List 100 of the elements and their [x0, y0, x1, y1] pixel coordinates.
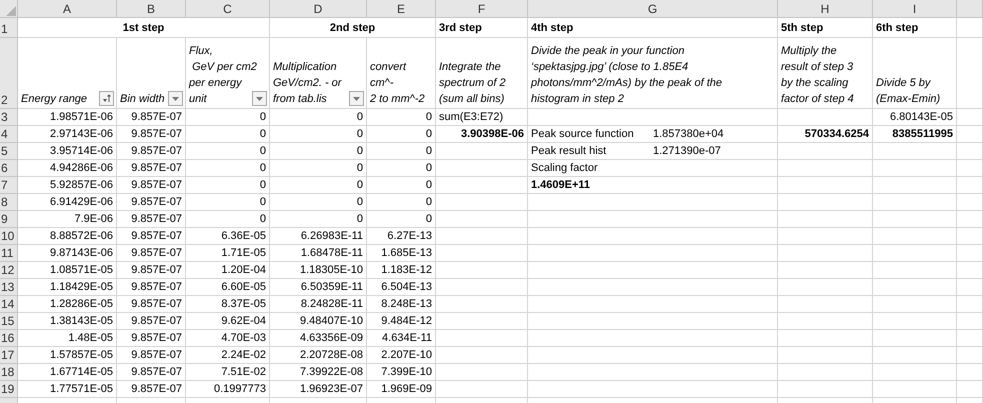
table-cell: 1.68478E-11	[300, 247, 363, 259]
table-cell: 0	[426, 162, 432, 174]
column-header[interactable]: G	[528, 0, 778, 18]
empty-cell	[957, 279, 983, 296]
empty-cell	[957, 313, 983, 330]
table-cell: 0	[426, 128, 432, 140]
sort-arrow-icon	[102, 94, 111, 103]
column-header[interactable]: A	[18, 0, 117, 18]
table-cell: 0	[260, 145, 266, 157]
sort-filter-button[interactable]	[99, 91, 114, 106]
column-header[interactable]: E	[367, 0, 436, 18]
table-cell: 0.1997773	[214, 383, 266, 395]
table-cell: 9.857E-07	[131, 247, 182, 259]
row-header[interactable]: 18	[0, 364, 18, 381]
table-cell: 6.26983E-11	[300, 230, 363, 242]
table-cell: 6.91429E-06	[50, 196, 113, 208]
table-cell: 0	[260, 162, 266, 174]
table-cell: 1.18429E-05	[50, 281, 113, 293]
table-cell-text: Peak result hist	[531, 145, 608, 157]
row-header[interactable]: 6	[0, 160, 18, 177]
column-header[interactable]: B	[117, 0, 186, 18]
table-cell: 8.88572E-06	[50, 230, 113, 242]
row-header[interactable]: 2	[0, 38, 18, 109]
row-header[interactable]: 15	[0, 313, 18, 330]
table-cell: 1.18305E-10	[300, 264, 363, 276]
column-header[interactable]: F	[436, 0, 528, 18]
table-cell-text: convert cm^- 2 to mm^-2	[370, 60, 426, 107]
row-header[interactable]: 13	[0, 279, 18, 296]
table-cell: 0	[426, 196, 432, 208]
table-cell: 8.248E-13	[381, 298, 432, 310]
table-cell: 2.24E-02	[221, 349, 266, 361]
empty-cell	[957, 177, 983, 194]
row-header[interactable]: 17	[0, 347, 18, 364]
table-cell: 9.857E-07	[131, 264, 182, 276]
table-cell: 2.207E-10	[381, 349, 432, 361]
table-cell: 9.857E-07	[131, 111, 182, 123]
filter-button[interactable]	[252, 91, 267, 106]
filter-button[interactable]	[168, 91, 183, 106]
empty-cell	[957, 211, 983, 228]
table-cell: 5th step	[781, 22, 824, 34]
table-cell: 4.94286E-06	[50, 162, 113, 174]
table-cell-text: Flux, GeV per cm2 per energy unit	[189, 44, 257, 107]
table-cell: 1.271390e-07	[653, 145, 721, 157]
column-header[interactable]: H	[778, 0, 873, 18]
table-cell: 6th step	[876, 22, 918, 34]
row-header[interactable]: 1	[0, 18, 18, 38]
table-cell: 2.97143E-06	[50, 128, 113, 140]
table-cell: 6.80143E-05	[890, 111, 953, 123]
table-cell: 0	[356, 111, 363, 123]
column-header[interactable]: I	[873, 0, 957, 18]
table-cell: 7.399E-10	[381, 366, 432, 378]
table-cell: 9.857E-07	[131, 230, 182, 242]
dropdown-arrow-icon	[172, 96, 179, 100]
table-cell: 0	[260, 128, 266, 140]
table-cell: 1.48E-05	[68, 332, 113, 344]
table-cell: 7.39922E-08	[300, 366, 363, 378]
table-cell: 0	[356, 213, 363, 225]
table-cell: 8.24828E-11	[300, 298, 363, 310]
row-header[interactable]: 5	[0, 143, 18, 160]
table-cell: 6.27E-13	[387, 230, 432, 242]
triangle-icon	[6, 6, 16, 16]
table-cell: 9.48407E-10	[300, 315, 363, 327]
filter-button[interactable]	[349, 91, 364, 106]
table-cell: 9.857E-07	[131, 128, 182, 140]
row-header[interactable]: 11	[0, 245, 18, 262]
row-header[interactable]: 19	[0, 381, 18, 398]
table-cell: 9.857E-07	[131, 196, 182, 208]
table-cell: 6.60E-05	[221, 281, 266, 293]
table-cell-text: Multiply the result of step 3 by the scaling factor of step 4	[781, 44, 854, 107]
column-header[interactable]: D	[270, 0, 367, 18]
table-cell: 1.08571E-05	[50, 264, 113, 276]
table-cell: 9.857E-07	[131, 145, 182, 157]
row-header[interactable]: 10	[0, 228, 18, 245]
table-cell: 9.857E-07	[131, 179, 182, 191]
row-header[interactable]: 8	[0, 194, 18, 211]
table-cell: 1st step	[122, 22, 164, 34]
empty-cell	[957, 381, 983, 398]
table-cell-text: Energy range	[21, 92, 88, 107]
table-cell: 9.857E-07	[131, 349, 182, 361]
row-header[interactable]: 14	[0, 296, 18, 313]
table-cell: 3.90398E-06	[461, 128, 524, 140]
table-cell: 0	[356, 128, 363, 140]
row-header[interactable]: 4	[0, 126, 18, 143]
row-header[interactable]: 16	[0, 330, 18, 347]
row-header[interactable]: 3	[0, 109, 18, 126]
table-cell: 9.857E-07	[131, 213, 182, 225]
row-header[interactable]: 12	[0, 262, 18, 279]
table-cell: 0	[356, 179, 363, 191]
row-header[interactable]: 7	[0, 177, 18, 194]
dropdown-arrow-icon	[353, 96, 360, 100]
table-cell: 4.63356E-09	[300, 332, 363, 344]
table-cell: 0	[260, 213, 266, 225]
row-header[interactable]: 9	[0, 211, 18, 228]
table-cell: sum(E3:E72)	[439, 111, 504, 123]
table-cell: 6.50359E-11	[300, 281, 363, 293]
table-cell: 1.38143E-05	[50, 315, 113, 327]
empty-cell	[957, 262, 983, 279]
column-header[interactable]: C	[186, 0, 270, 18]
table-cell: 6.504E-13	[381, 281, 432, 293]
empty-cell	[957, 160, 983, 177]
